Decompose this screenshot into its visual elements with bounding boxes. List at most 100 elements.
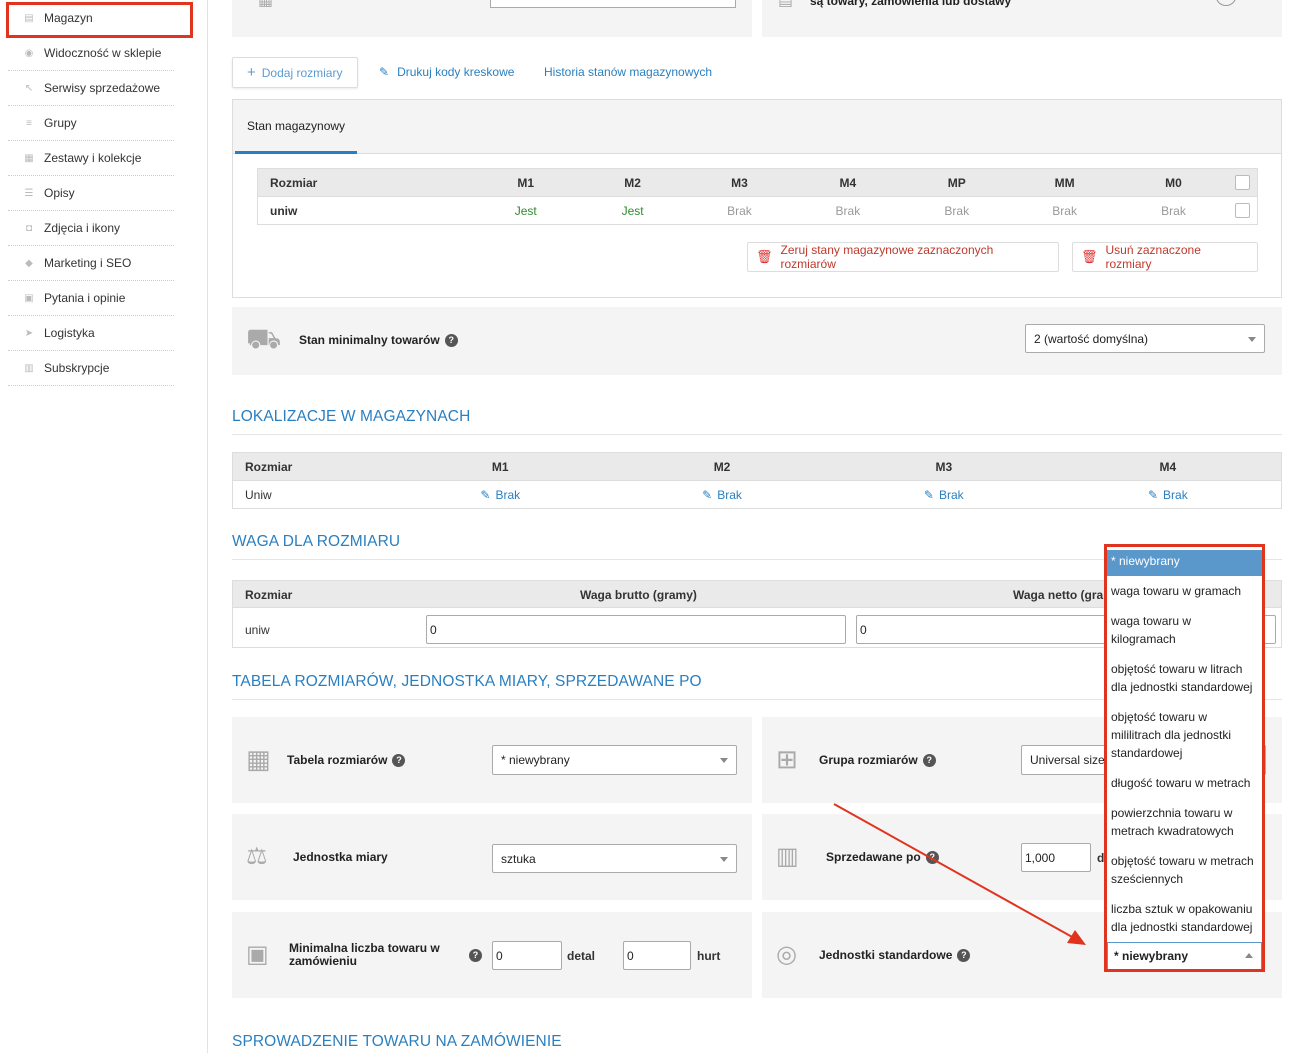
toggle-icon[interactable] bbox=[1216, 0, 1236, 6]
min-stock-label: Stan minimalny towarów? bbox=[299, 333, 458, 348]
edit-icon: ✎ bbox=[1147, 487, 1159, 502]
location-link[interactable]: ✎ Brak bbox=[611, 480, 833, 509]
std-units-value: * niewybrany bbox=[1114, 949, 1189, 963]
top-cut-label: są towary, zamówienia lub dostawy bbox=[810, 0, 1012, 8]
sidebar-item-label: Serwisy sprzedażowe bbox=[44, 81, 161, 95]
sidebar-item-zestawy[interactable]: ▦ Zestawy i kolekcje bbox=[8, 141, 174, 176]
sidebar-item-serwisy[interactable]: ↖ Serwisy sprzedażowe bbox=[8, 71, 174, 106]
size-table-select[interactable]: * niewybrany bbox=[492, 745, 737, 775]
table-row: uniw Jest Jest Brak Brak Brak Brak Brak bbox=[257, 196, 1258, 225]
sidebar-item-subskrypcje[interactable]: ▥ Subskrypcje bbox=[8, 351, 174, 386]
stock-tabs bbox=[233, 100, 1281, 154]
chevron-down-icon bbox=[720, 856, 728, 862]
edit-icon: ✎ bbox=[480, 487, 491, 502]
edit-icon: ✎ bbox=[379, 65, 390, 79]
help-icon[interactable]: ? bbox=[444, 334, 458, 348]
help-icon[interactable]: ? bbox=[469, 949, 482, 962]
print-barcodes-link[interactable]: ✎ Drukuj kody kreskowe bbox=[379, 65, 514, 79]
col-header: MP bbox=[902, 168, 1011, 197]
sidebar-item-label: Grupy bbox=[44, 116, 77, 130]
sidebar-item-logistyka[interactable]: ➤ Logistyka bbox=[8, 316, 174, 351]
col-header: M4 bbox=[1054, 452, 1282, 481]
eye-icon: ◉ bbox=[24, 47, 34, 59]
select-all-checkbox[interactable] bbox=[1235, 175, 1251, 191]
sidebar-item-zdjecia[interactable]: ◘ Zdjęcia i ikony bbox=[8, 211, 174, 246]
location-link[interactable]: ✎ Brak bbox=[1054, 480, 1282, 509]
reset-stock-button[interactable]: 🗑 Zeruj stany magazynowe zaznaczonych roz… bbox=[747, 242, 1059, 272]
sidebar-item-label: Pytania i opinie bbox=[44, 291, 126, 305]
sidebar-item-label: Zdjęcia i ikony bbox=[44, 221, 121, 235]
size-table-value: * niewybrany bbox=[501, 753, 570, 767]
dropdown-option[interactable]: objętość towaru w metrach sześciennych bbox=[1107, 852, 1262, 888]
std-units-select[interactable]: * niewybrany bbox=[1107, 942, 1262, 969]
locations-title: LOKALIZACJE W MAGAZYNACH bbox=[232, 408, 1282, 435]
marketplace-icon: ↖ bbox=[24, 82, 34, 94]
row-checkbox[interactable] bbox=[1235, 203, 1251, 219]
col-header: M2 bbox=[611, 452, 833, 481]
help-icon[interactable]: ? bbox=[392, 754, 406, 768]
brutto-weight-input[interactable]: 0 bbox=[426, 615, 846, 644]
row-select-cell bbox=[1228, 196, 1258, 225]
dropdown-option[interactable]: objętość towaru w litrach dla jednostki … bbox=[1107, 660, 1262, 696]
unit-select[interactable]: sztuka bbox=[492, 844, 737, 873]
size-cell: uniw bbox=[245, 623, 270, 637]
min-retail-input[interactable]: 0 bbox=[492, 941, 562, 970]
sidebar-item-grupy[interactable]: ≡ Grupy bbox=[8, 106, 174, 141]
sidebar-item-label: Subskrypcje bbox=[44, 361, 110, 375]
dropdown-option[interactable]: liczba sztuk w opakowaniu dla jednostki … bbox=[1107, 900, 1262, 936]
top-cut-select[interactable] bbox=[490, 0, 736, 8]
dropdown-option[interactable]: waga towaru w gramach bbox=[1107, 582, 1262, 600]
col-header: Rozmiar bbox=[232, 452, 390, 481]
dropdown-option[interactable]: waga towaru w kilogramach bbox=[1107, 612, 1262, 648]
sidebar-item-widocznosc[interactable]: ◉ Widoczność w sklepie bbox=[8, 36, 174, 71]
chevron-down-icon bbox=[720, 758, 728, 763]
tab-stock[interactable]: Stan magazynowy bbox=[235, 100, 357, 154]
min-wholesale-input[interactable]: 0 bbox=[623, 941, 691, 970]
check-title: SPROWADZENIE TOWARU NA ZAMÓWIENIE bbox=[232, 1033, 562, 1050]
col-header: M1 bbox=[472, 168, 580, 197]
location-value: Brak bbox=[495, 487, 521, 502]
locations-table: Rozmiar M1 M2 M3 M4 Uniw ✎ Brak ✎ Brak ✎ Br… bbox=[232, 452, 1282, 509]
col-header: Rozmiar bbox=[257, 168, 473, 197]
select-all-cell bbox=[1228, 168, 1258, 197]
sidebar-item-label: Marketing i SEO bbox=[44, 256, 132, 270]
hierarchy-icon: ⊞ bbox=[776, 744, 798, 774]
location-link[interactable]: ✎ Brak bbox=[832, 480, 1055, 509]
unit-value: sztuka bbox=[501, 851, 536, 866]
delete-sizes-button[interactable]: 🗑 Usuń zaznaczone rozmiary bbox=[1072, 242, 1258, 272]
size-cell: uniw bbox=[257, 196, 473, 225]
size-table-panel: ▦ Tabela rozmiarów? * niewybrany bbox=[232, 717, 752, 803]
stock-status: Jest bbox=[579, 196, 687, 225]
help-icon[interactable]: ? bbox=[922, 754, 936, 768]
dropdown-option[interactable]: długość towaru w metrach bbox=[1107, 774, 1262, 792]
col-header: M3 bbox=[832, 452, 1055, 481]
camera-icon: ◘ bbox=[25, 222, 33, 234]
size-table-text: Tabela rozmiarów bbox=[287, 753, 388, 767]
kg-weight-icon: ⚖ bbox=[246, 843, 268, 870]
dropdown-option[interactable]: * niewybrany bbox=[1107, 550, 1262, 576]
send-icon: ➤ bbox=[24, 327, 34, 339]
location-value: Brak bbox=[938, 487, 964, 502]
sidebar-item-opisy[interactable]: ☰ Opisy bbox=[8, 176, 174, 211]
location-value: Brak bbox=[1163, 487, 1188, 502]
col-header: M0 bbox=[1118, 168, 1229, 197]
sidebar: ▤ Magazyn ◉ Widoczność w sklepie ↖ Serwisy … bbox=[0, 0, 208, 1053]
size-table-label: Tabela rozmiarów? bbox=[287, 753, 406, 768]
stock-status: Brak bbox=[792, 196, 903, 225]
sidebar-item-pytania[interactable]: ▣ Pytania i opinie bbox=[8, 281, 174, 316]
sidebar-item-marketing[interactable]: ◆ Marketing i SEO bbox=[8, 246, 174, 281]
location-link[interactable]: ✎ Brak bbox=[389, 480, 612, 509]
tag-icon: ◆ bbox=[25, 257, 33, 269]
add-sizes-label: Dodaj rozmiary bbox=[261, 65, 343, 80]
layers-icon: ≡ bbox=[26, 117, 32, 129]
dropdown-option[interactable]: objętość towaru w mililitrach dla jednos… bbox=[1107, 708, 1262, 762]
reset-stock-label: Zeruj stany magazynowe zaznaczonych rozm… bbox=[780, 243, 994, 271]
stock-history-link[interactable]: Historia stanów magazynowych bbox=[544, 65, 712, 79]
min-stock-select[interactable]: 2 (wartość domyślna) bbox=[1025, 324, 1265, 353]
add-sizes-button[interactable]: + Dodaj rozmiary bbox=[232, 57, 358, 88]
min-stock-text: Stan minimalny towarów bbox=[299, 333, 440, 347]
edit-icon: ✎ bbox=[923, 487, 934, 502]
table-row: Uniw ✎ Brak ✎ Brak ✎ Brak ✎ Brak bbox=[232, 480, 1282, 509]
dropdown-option[interactable]: powierzchnia towaru w metrach kwadratowy… bbox=[1107, 804, 1262, 840]
edit-icon: ✎ bbox=[702, 487, 713, 502]
